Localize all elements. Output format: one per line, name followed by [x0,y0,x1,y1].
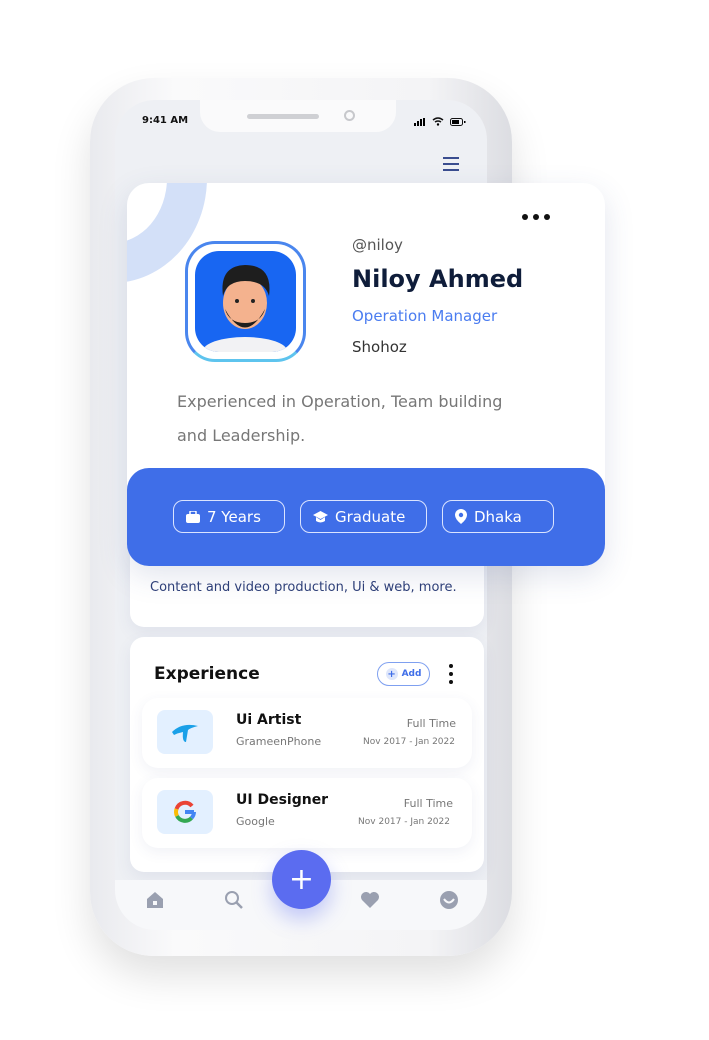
profile-role: Operation Manager [352,307,498,325]
status-icons [414,117,466,126]
speaker [247,114,319,119]
job-period: Nov 2017 - Jan 2022 [358,817,450,827]
chip-education[interactable]: Graduate [300,500,427,533]
bio-line-2: and Leadership. [177,426,306,445]
bio-line-1: Experienced in Operation, Team building [177,392,503,411]
location-pin-icon [455,509,467,524]
profile-name: Niloy Ahmed [352,265,524,293]
skills-text: Content and video production, Ui & web, … [150,580,457,595]
battery-icon [450,118,466,126]
profile-company: Shohoz [352,338,407,356]
chip-location[interactable]: Dhaka [442,500,554,533]
heart-icon[interactable] [360,890,380,910]
job-title: Ui Artist [236,712,302,728]
experience-more-icon[interactable] [449,664,453,684]
briefcase-icon [186,510,200,523]
search-icon[interactable] [224,890,244,910]
plus-icon: + [385,668,398,680]
job-period: Nov 2017 - Jan 2022 [363,737,455,747]
signal-icon [414,118,425,126]
camera [344,110,355,121]
profile-icon[interactable] [439,890,459,910]
google-logo [157,790,213,834]
add-experience-button[interactable]: + Add [377,662,430,686]
profile-handle: @niloy [352,236,403,254]
hamburger-menu-icon[interactable] [443,157,459,175]
add-label: Add [401,669,422,679]
graduation-cap-icon [313,510,328,522]
chip-label: Graduate [335,507,406,526]
grameenphone-logo [157,710,213,754]
job-type: Full Time [406,717,456,730]
avatar-illustration [203,265,287,352]
chip-label: 7 Years [207,507,261,526]
job-company: Google [236,815,275,828]
chip-label: Dhaka [474,507,522,526]
avatar[interactable] [185,241,306,362]
add-icon: + [288,862,315,897]
wifi-icon [432,117,444,126]
home-icon[interactable] [145,890,165,910]
experience-title: Experience [154,664,260,684]
job-type: Full Time [403,797,453,810]
status-time: 9:41 AM [142,115,189,126]
job-title: UI Designer [236,792,329,808]
add-fab-button[interactable]: + [272,850,331,909]
more-options-icon[interactable] [522,214,550,220]
chip-experience[interactable]: 7 Years [173,500,285,533]
job-company: GrameenPhone [236,735,322,748]
